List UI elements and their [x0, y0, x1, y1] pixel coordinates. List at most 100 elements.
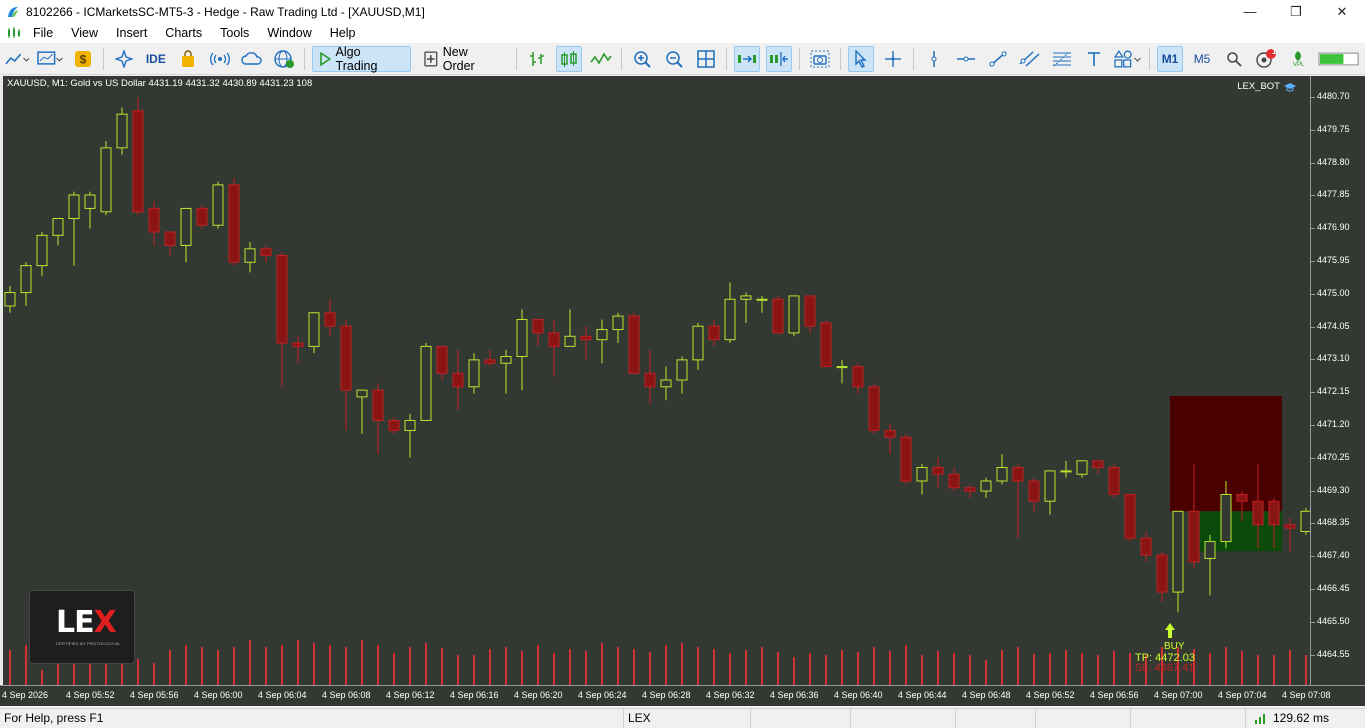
bullish-candle: [836, 366, 848, 369]
bullish-candle: [100, 147, 112, 213]
monitor-chart-icon: [37, 51, 63, 65]
price-tick-label: 4467.40: [1317, 550, 1350, 561]
new-order-label: New Order: [442, 45, 475, 73]
trend-line-icon: [989, 51, 1007, 67]
menu-help[interactable]: Help: [321, 23, 365, 43]
menu-charts[interactable]: Charts: [156, 23, 211, 43]
toolbar-separator: [839, 48, 841, 70]
line-chart-button[interactable]: [588, 46, 614, 72]
bearish-candle: [548, 332, 560, 347]
timeframe-m1-button[interactable]: M1: [1157, 46, 1184, 72]
connection-status-indicator[interactable]: [1317, 46, 1362, 72]
shopping-bag-icon: [181, 50, 194, 67]
bullish-candle: [1220, 493, 1232, 543]
navigator-button[interactable]: [111, 46, 137, 72]
bearish-candle: [708, 325, 720, 341]
vpl-button[interactable]: VPL: [1285, 46, 1311, 72]
menu-bar: File View Insert Charts Tools Window Hel…: [0, 23, 1365, 43]
screenshot-button[interactable]: [807, 46, 833, 72]
time-tick-label: 4 Sep 06:36: [770, 690, 819, 700]
bar-chart-button[interactable]: [524, 46, 550, 72]
close-button[interactable]: ✕: [1319, 0, 1365, 23]
buy-arrow-icon: [1165, 623, 1175, 638]
bearish-candle: [132, 110, 144, 213]
bearish-candle: [1284, 524, 1296, 529]
toolbar-separator: [1149, 48, 1151, 70]
time-tick-label: 4 Sep 06:16: [450, 690, 499, 700]
price-tick: [1311, 195, 1315, 197]
zoom-out-button[interactable]: [661, 46, 687, 72]
profiles-button[interactable]: [36, 46, 63, 72]
bullish-candle: [1204, 541, 1216, 559]
metatrader-app-icon: [8, 6, 18, 17]
restore-button[interactable]: ❐: [1273, 0, 1319, 23]
market-watch-button[interactable]: $: [70, 46, 96, 72]
algo-trading-button[interactable]: Algo Trading: [311, 45, 412, 73]
community-button[interactable]: [271, 46, 297, 72]
ide-button[interactable]: IDE: [143, 46, 169, 72]
signals-button[interactable]: [207, 46, 233, 72]
chart-shift-button[interactable]: [765, 46, 792, 72]
menu-window[interactable]: Window: [258, 23, 320, 43]
zoom-in-button[interactable]: [629, 46, 655, 72]
new-chart-button[interactable]: [3, 46, 30, 72]
bullish-candle: [612, 315, 624, 331]
trend-line-button[interactable]: [985, 46, 1011, 72]
price-tick-label: 4469.30: [1317, 484, 1350, 495]
tile-windows-button[interactable]: [693, 46, 719, 72]
candlestick-chart-button[interactable]: [555, 46, 582, 72]
text-tool-button[interactable]: [1081, 46, 1107, 72]
timeframe-m5-button[interactable]: M5: [1189, 46, 1215, 72]
bearish-candle: [580, 335, 592, 341]
price-tick-label: 4474.05: [1317, 320, 1350, 331]
expert-advisor-label[interactable]: LEX_BOT: [1237, 81, 1296, 92]
menu-insert[interactable]: Insert: [107, 23, 156, 43]
channel-button[interactable]: [1017, 46, 1043, 72]
new-order-button[interactable]: New Order: [417, 45, 509, 73]
price-tick-label: 4477.85: [1317, 189, 1350, 200]
vps-button[interactable]: [239, 46, 265, 72]
bullish-candle: [4, 292, 16, 307]
dollar-coin-icon: $: [74, 51, 91, 67]
bearish-candle: [900, 436, 912, 482]
cursor-tool-button[interactable]: [847, 46, 874, 72]
notifications-button[interactable]: 1: [1253, 46, 1279, 72]
time-axis[interactable]: 4 Sep 2026 4 Sep 05:52 4 Sep 05:56 4 Sep 06…: [0, 685, 1365, 706]
status-connection-cell[interactable]: 129.62 ms: [1246, 709, 1365, 728]
price-axis[interactable]: 4480.70 4479.75 4478.80 4477.85 4476.90 4475.…: [1310, 76, 1365, 685]
bearish-candle: [820, 322, 832, 368]
bearish-candle: [1236, 493, 1248, 502]
menu-view[interactable]: View: [62, 23, 107, 43]
auto-scroll-button[interactable]: [733, 46, 760, 72]
menu-tools[interactable]: Tools: [211, 23, 258, 43]
search-button[interactable]: [1221, 46, 1247, 72]
candlestick-chart[interactable]: BUYTP: 4472.03SL: 4467.41: [3, 76, 1310, 685]
chart-window-icon[interactable]: [6, 25, 22, 41]
time-tick-label: 4 Sep 06:44: [898, 690, 947, 700]
time-tick-label: 4 Sep 06:56: [1090, 690, 1139, 700]
horizontal-line-button[interactable]: [953, 46, 979, 72]
chart-area[interactable]: BUY TP: 4472.03 SL: 4467.41 XAUUSD, M1: Go…: [3, 76, 1310, 685]
vertical-line-button[interactable]: [921, 46, 947, 72]
market-button[interactable]: [175, 46, 201, 72]
window-title: 8102266 - ICMarketsSC-MT5-3 - Hedge - Ra…: [26, 4, 425, 19]
time-tick-label: 4 Sep 06:08: [322, 690, 371, 700]
menu-file[interactable]: File: [24, 23, 62, 43]
minimize-button[interactable]: —: [1227, 0, 1273, 23]
crosshair-button[interactable]: [880, 46, 906, 72]
buy-signal-label: BUY: [1164, 641, 1185, 652]
time-tick-label: 4 Sep 06:52: [1026, 690, 1075, 700]
bullish-candle: [212, 184, 224, 226]
crosshair-icon: [884, 51, 901, 67]
shapes-button[interactable]: [1113, 46, 1142, 72]
bearish-candle: [228, 184, 240, 263]
line-chart-icon: [590, 52, 612, 65]
status-empty-cell: [751, 708, 851, 728]
bullish-candle: [20, 265, 32, 294]
bullish-candle: [1076, 460, 1088, 475]
globe-icon: [274, 50, 294, 68]
bearish-candle: [324, 312, 336, 327]
time-tick-label: 4 Sep 06:24: [578, 690, 627, 700]
bullish-candle: [84, 194, 96, 209]
fibonacci-button[interactable]: [1049, 46, 1075, 72]
